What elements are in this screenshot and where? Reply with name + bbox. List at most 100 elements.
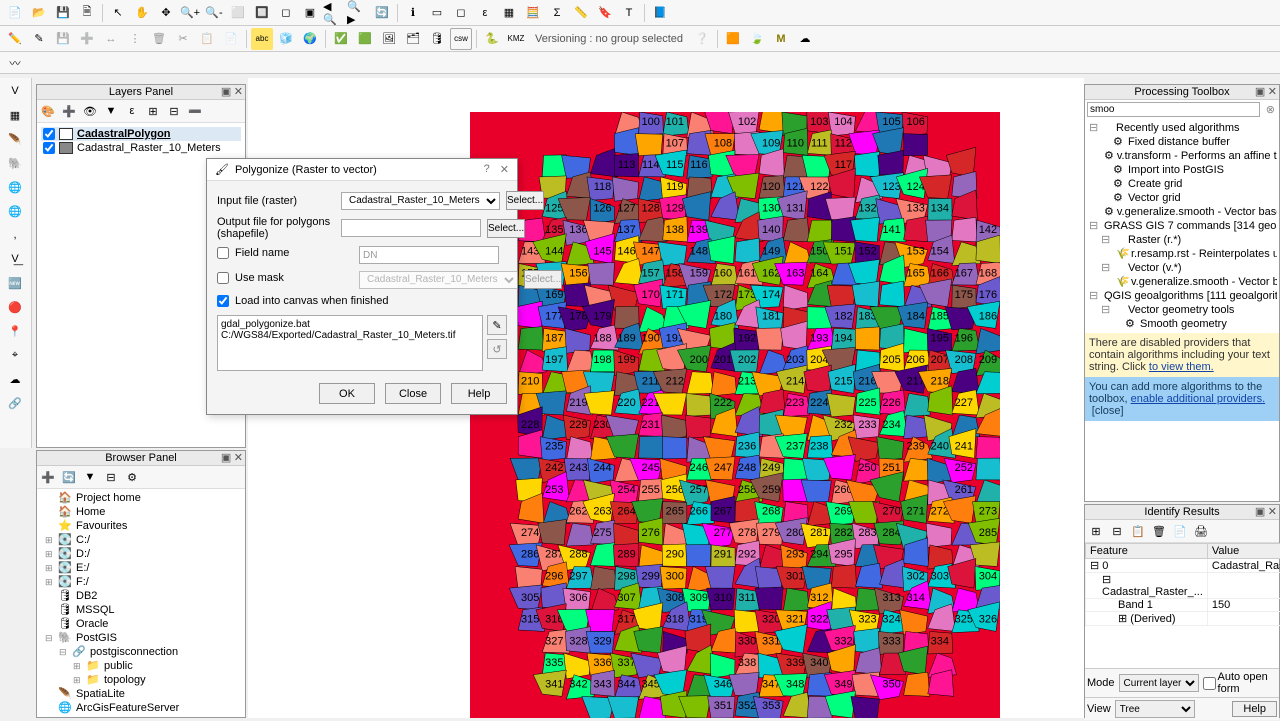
edit-pencil-icon[interactable]: ✏️ [4, 28, 26, 50]
layer-add-icon[interactable]: 🟩 [354, 28, 376, 50]
expand-icon[interactable]: ⊟ [45, 631, 54, 645]
expand-icon[interactable]: ⊞ [73, 673, 82, 687]
topology-icon[interactable]: 🔗 [2, 392, 28, 414]
processing-item[interactable]: ⚙v.transform - Performs an affine transf… [1087, 149, 1277, 163]
processing-item[interactable]: ⊟Recently used algorithms [1087, 121, 1277, 135]
identify-row[interactable]: ⊞ (Derived) [1086, 612, 1280, 626]
help-tool-icon[interactable]: 📘 [649, 2, 671, 24]
browser-item[interactable]: ⊟🔗postgisconnection [41, 645, 241, 659]
bookmarks-icon[interactable]: 🔖 [594, 2, 616, 24]
browser-item[interactable]: ⊞💽E:/ [41, 561, 241, 575]
add-oracle-icon[interactable]: 🔴 [2, 296, 28, 318]
processing-item[interactable]: ⚙Fixed distance buffer [1087, 135, 1277, 149]
dialog-titlebar[interactable]: 🖌 Polygonize (Raster to vector) ? ✕ [207, 159, 517, 181]
visibility-icon[interactable]: 👁 [81, 102, 99, 120]
close-icon[interactable]: ✕ [500, 163, 509, 176]
abc-label-icon[interactable]: abc [251, 28, 273, 50]
add-csv-icon[interactable]: , [2, 224, 28, 246]
select-output-button[interactable]: Select... [487, 219, 525, 238]
edit-command-icon[interactable]: ✎ [487, 315, 507, 335]
georef-icon[interactable]: ⌖ [2, 344, 28, 366]
close-icon[interactable]: ✕ [1268, 506, 1277, 518]
refresh-icon[interactable]: 🔄 [371, 2, 393, 24]
csw-icon[interactable]: csw [450, 28, 472, 50]
expand-new-icon[interactable]: 📋 [1129, 522, 1147, 540]
new-shapefile-icon[interactable]: 🆕 [2, 272, 28, 294]
cube-icon[interactable]: 🧊 [275, 28, 297, 50]
layer-checkbox[interactable] [43, 142, 55, 154]
expand-icon[interactable]: ⊞ [73, 659, 82, 673]
add-layer-icon[interactable]: ➕ [39, 468, 57, 486]
browser-item[interactable]: 🏠Home [41, 505, 241, 519]
expand-icon[interactable]: ⊞ [144, 102, 162, 120]
node-tool-icon[interactable]: ⋮ [124, 28, 146, 50]
help-icon[interactable]: ? [484, 163, 490, 176]
processing-item[interactable]: ⊟GRASS GIS 7 commands [314 geoalgorithms… [1087, 219, 1277, 233]
edit-yellow-pencil-icon[interactable]: ✎ [28, 28, 50, 50]
undock-icon[interactable]: ▣ [221, 86, 231, 98]
table-icon[interactable]: ▦ [498, 2, 520, 24]
browser-item[interactable]: 🛢MSSQL [41, 603, 241, 617]
add-virtual-icon[interactable]: V͟ [2, 248, 28, 270]
open-project-icon[interactable]: 📂 [28, 2, 50, 24]
identify-help-button[interactable]: Help [1232, 701, 1277, 717]
expand-icon[interactable]: ⊞ [45, 575, 54, 589]
zoom-full-icon[interactable]: 🔲 [251, 2, 273, 24]
style-icon[interactable]: 🎨 [39, 102, 57, 120]
expand-icon[interactable]: ⊞ [45, 533, 54, 547]
select-icon[interactable]: ▭ [426, 2, 448, 24]
filter-icon[interactable]: ▼ [102, 102, 120, 120]
processing-item[interactable]: ⊟Raster (r.*) [1087, 233, 1277, 247]
close-icon[interactable]: ✕ [234, 86, 243, 98]
clouds-icon[interactable]: ☁ [794, 28, 816, 50]
m-icon[interactable]: M [770, 28, 792, 50]
print-icon[interactable]: 🖨 [1192, 522, 1210, 540]
input-file-select[interactable]: Cadastral_Raster_10_Meters [341, 192, 500, 210]
zoom-in-icon[interactable]: 🔍+ [179, 2, 201, 24]
browser-item[interactable]: 🛢Oracle [41, 617, 241, 631]
add-raster-icon[interactable]: ▦ [2, 104, 28, 126]
browser-item[interactable]: ⊞💽D:/ [41, 547, 241, 561]
browser-item[interactable]: ⊞📁public [41, 659, 241, 673]
layer-row[interactable]: Cadastral_Raster_10_Meters [41, 141, 241, 155]
identify-icon[interactable]: ℹ [402, 2, 424, 24]
layer-checkbox[interactable] [43, 128, 55, 140]
identify-row[interactable]: ⊟ Cadastral_Raster_... [1086, 573, 1280, 599]
refresh-browser-icon[interactable]: 🔄 [60, 468, 78, 486]
mode-select[interactable]: Current layer [1119, 674, 1199, 692]
processing-item[interactable]: ⚙Smooth geometry [1087, 317, 1277, 331]
db-icon[interactable]: 🛢 [426, 28, 448, 50]
usemask-checkbox[interactable] [217, 272, 229, 284]
tile-icon[interactable]: 🗂 [402, 28, 424, 50]
text-annot-icon[interactable]: T [618, 2, 640, 24]
gps-icon[interactable]: 📍 [2, 320, 28, 342]
curve-edit-icon[interactable]: 〰 [4, 52, 26, 74]
processing-item[interactable]: ⚙Import into PostGIS [1087, 163, 1277, 177]
expand-icon[interactable]: ⊟ [59, 645, 68, 659]
remove-layer-icon[interactable]: ➖ [186, 102, 204, 120]
clear-search-icon[interactable]: ⊗ [1262, 103, 1279, 116]
help-icon[interactable]: ❔ [691, 28, 713, 50]
move-feature-icon[interactable]: ↔ [100, 28, 122, 50]
copy-icon[interactable]: 📋 [196, 28, 218, 50]
copy-feature-icon[interactable]: 📄 [1171, 522, 1189, 540]
add-group-icon[interactable]: ➕ [60, 102, 78, 120]
processing-item[interactable]: ⚙Create grid [1087, 177, 1277, 191]
expand-tree-icon[interactable]: ⊞ [1087, 522, 1105, 540]
filter-browser-icon[interactable]: ▼ [81, 468, 99, 486]
processing-item[interactable]: ⚙v.generalize.smooth - Vector based smoo… [1087, 205, 1277, 219]
save-as-icon[interactable]: 🗎 [76, 2, 98, 24]
reset-command-icon[interactable]: ↺ [487, 339, 507, 359]
info-close-link[interactable]: [close] [1092, 405, 1124, 417]
expand-icon[interactable]: ⊞ [45, 561, 54, 575]
output-file-input[interactable] [341, 219, 481, 237]
pointer-icon[interactable]: ↖ [107, 2, 129, 24]
close-button[interactable]: Close [385, 383, 441, 404]
close-icon[interactable]: ✕ [1268, 86, 1277, 98]
browser-item[interactable]: ⭐Favourites [41, 519, 241, 533]
add-wms-icon[interactable]: 🌐 [2, 176, 28, 198]
stats-icon[interactable]: Σ [546, 2, 568, 24]
load-canvas-checkbox[interactable] [217, 295, 229, 307]
browser-item[interactable]: ⊞💽C:/ [41, 533, 241, 547]
view-select[interactable]: Tree [1115, 700, 1195, 718]
